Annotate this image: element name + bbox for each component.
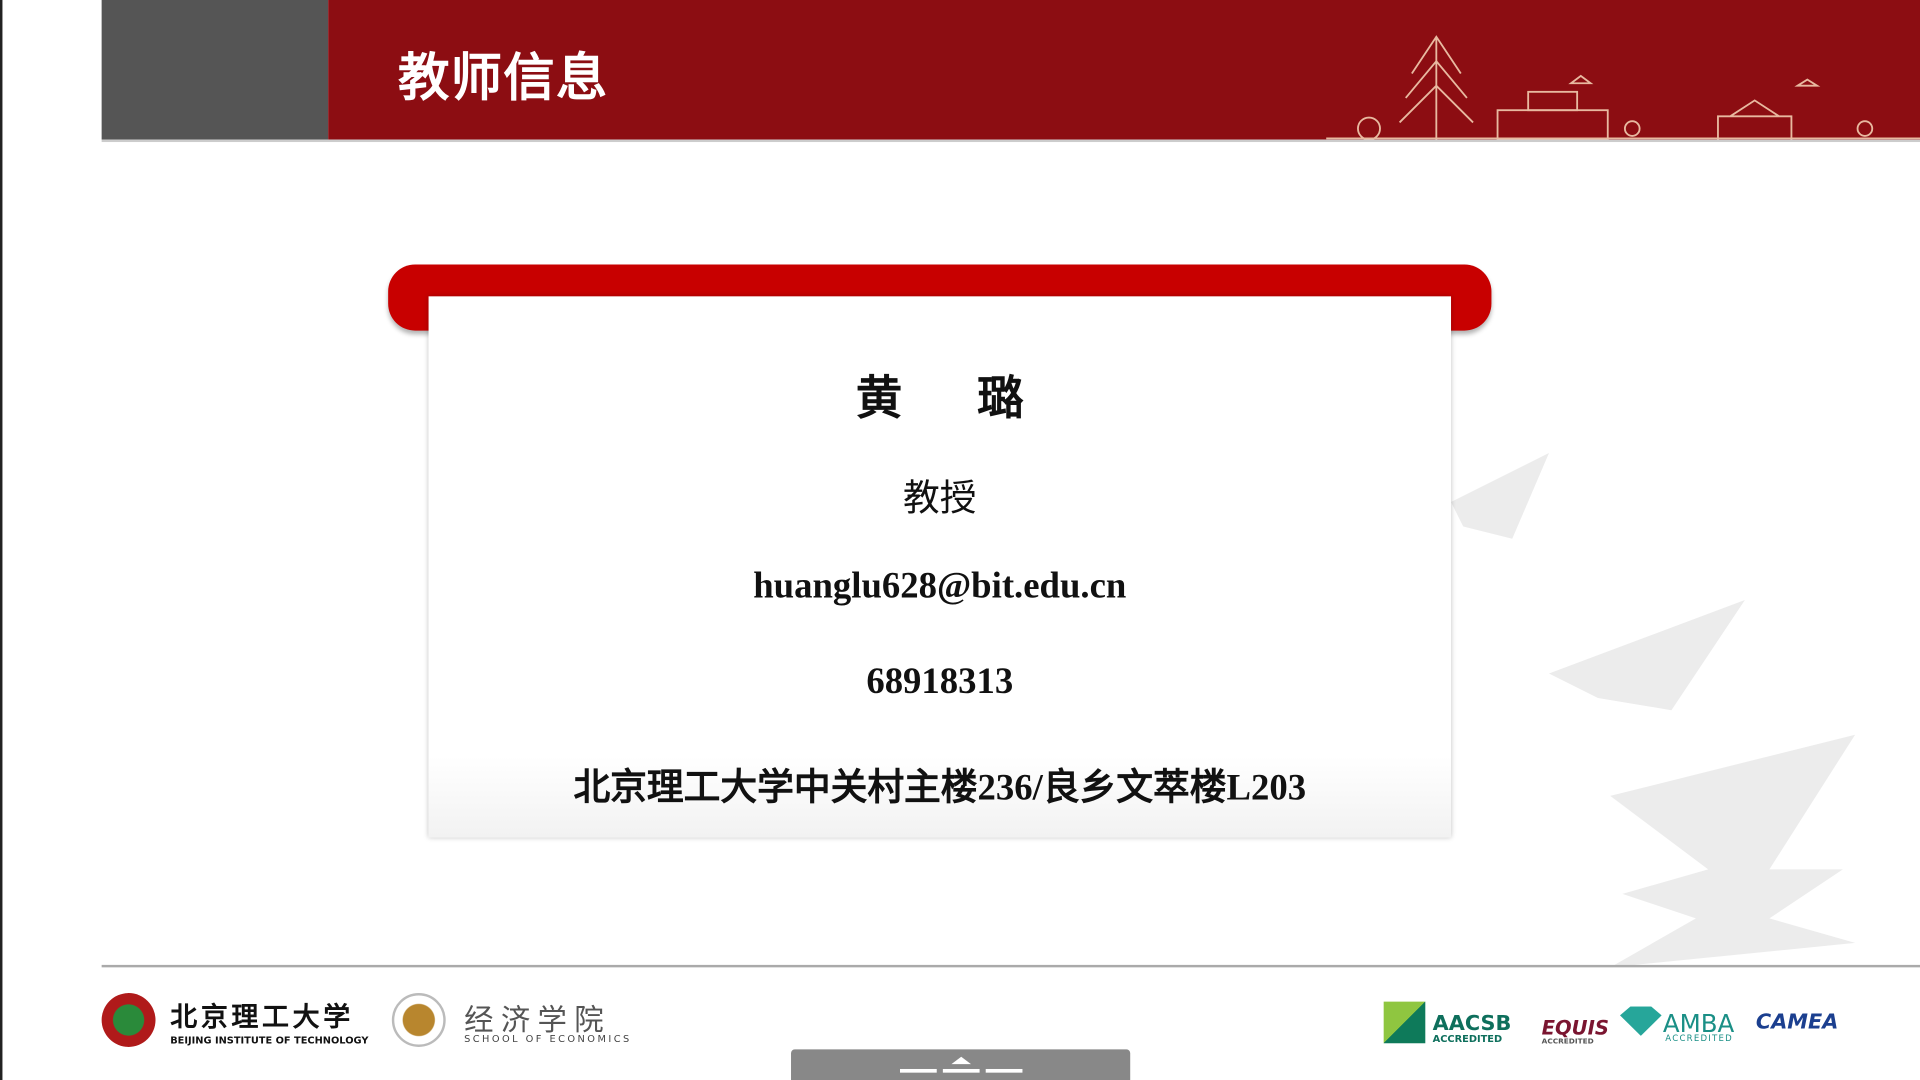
campus-skyline-illustration [1326,35,1920,140]
school-name-en: SCHOOL OF ECONOMICS [464,1033,632,1045]
header-gray-block [101,0,329,140]
slide: 教师信息 黄 璐 教授 huanglu628@bit.edu.cn 689183… [0,0,1920,1080]
chevron-up-icon[interactable] [951,1056,972,1065]
slide-navigation-toggle[interactable] [791,1049,1131,1080]
nav-dash-1 [900,1068,937,1073]
teacher-title: 教授 [903,477,977,521]
aacsb-accredited: ACCREDITED [1432,1033,1503,1045]
teacher-phone: 68918313 [866,661,1014,702]
accreditation-logos: AACSB ACCREDITED EQUIS ACCREDITED AMBA A… [1383,1001,1862,1046]
equis-accredited: ACCREDITED [1541,1037,1594,1046]
teacher-email: huanglu628@bit.edu.cn [753,565,1127,607]
window-edge [0,0,3,1080]
school-name-cn: 经济学院 [464,1002,612,1038]
teacher-info-card: 黄 璐 教授 huanglu628@bit.edu.cn 68918313 北京… [428,296,1452,838]
amba-accredited: ACCREDITED [1665,1033,1733,1044]
footer-divider [101,964,1920,968]
bit-name-en: BEIJING INSTITUTE OF TECHNOLOGY [170,1034,369,1046]
bit-name-cn: 北京理工大学 [170,1001,354,1034]
nav-dash-3 [985,1068,1023,1073]
aacsb-icon [1383,1001,1426,1044]
bit-logo: 北京理工大学 BEIJING INSTITUTE OF TECHNOLOGY [101,993,371,1052]
teacher-name: 黄 璐 [855,371,1054,425]
nav-dash-2 [942,1068,980,1073]
school-emblem-icon [391,993,446,1047]
school-logo: 经济学院 SCHOOL OF ECONOMICS [391,993,629,1052]
dove-decoration [1451,453,1856,968]
equis-label: EQUIS [1541,1016,1609,1040]
header-divider [101,139,1920,143]
page-title: 教师信息 [397,47,609,108]
amba-icon [1620,1006,1662,1036]
teacher-address: 北京理工大学中关村主楼236/良乡文萃楼L203 [573,767,1307,809]
bit-emblem-icon [101,993,156,1047]
aacsb-label: AACSB [1432,1011,1512,1036]
camea-label: CAMEA [1755,1010,1839,1035]
